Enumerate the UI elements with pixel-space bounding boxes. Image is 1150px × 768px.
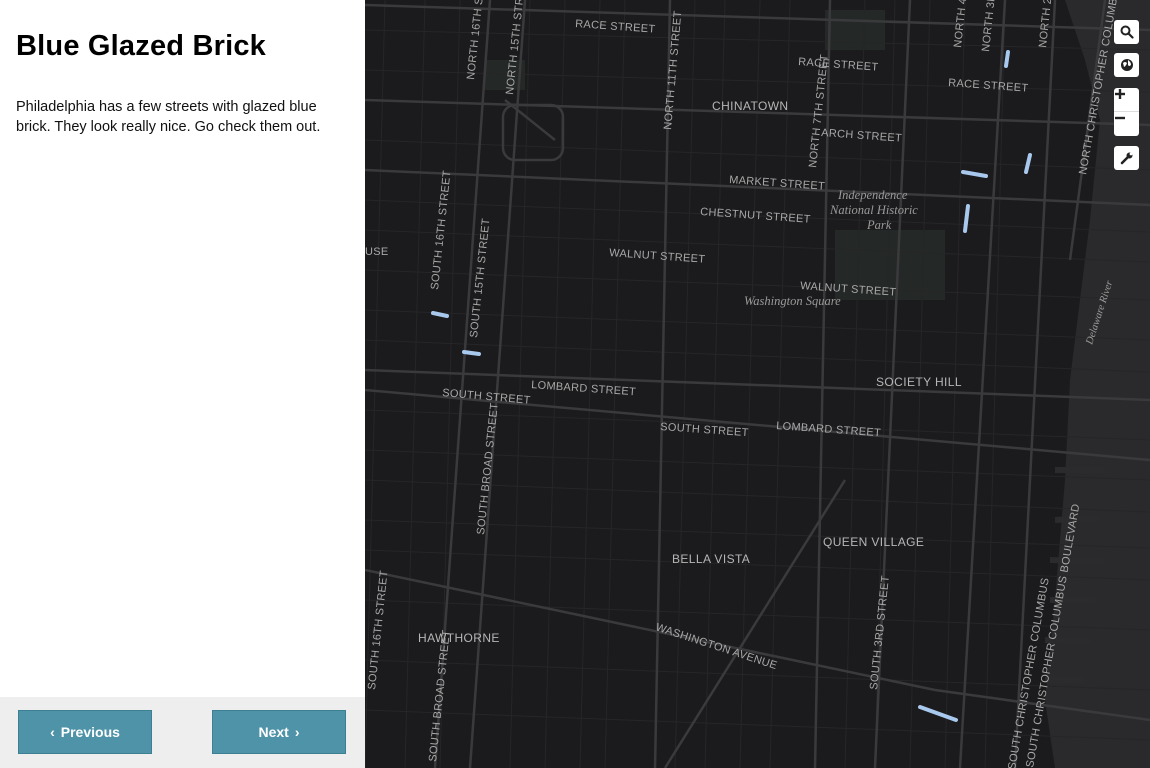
street-label: USE: [365, 246, 389, 258]
basemap-button[interactable]: [1114, 53, 1139, 77]
street-label: SOUTH 3RD STREET: [868, 575, 892, 690]
street-label: NORTH 11TH STREET: [662, 10, 684, 130]
neighborhood-label: SOCIETY HILL: [876, 375, 962, 389]
park-label: Independence: [837, 188, 908, 202]
zoom-in-icon: [1115, 89, 1125, 99]
park-label: Park: [866, 218, 892, 232]
globe-icon: [1120, 59, 1133, 71]
street-label: LOMBARD STREET: [531, 379, 637, 398]
street-label: RACE STREET: [948, 77, 1029, 95]
next-button[interactable]: Next ›: [212, 710, 346, 754]
street-label: RACE STREET: [575, 18, 656, 36]
zoom-control: [1114, 88, 1139, 136]
street-label: WALNUT STREET: [609, 247, 706, 266]
street-label: SOUTH BROAD STREET: [427, 629, 453, 762]
neighborhood-label: CHINATOWN: [712, 99, 789, 113]
chevron-right-icon: ›: [294, 724, 300, 740]
park-label: National Historic: [829, 203, 918, 217]
map-canvas[interactable]: RACE STREET RACE STREET RACE STREET ARCH…: [365, 0, 1150, 768]
zoom-in-button[interactable]: [1114, 88, 1139, 112]
search-button[interactable]: [1114, 20, 1139, 44]
neighborhood-label: HAWTHORNE: [418, 631, 500, 645]
neighborhood-label: QUEEN VILLAGE: [823, 535, 924, 549]
sidebar: Blue Glazed Brick Philadelphia has a few…: [0, 0, 365, 768]
parks-areas: [485, 10, 945, 300]
next-button-label: Next: [258, 724, 289, 740]
chevron-left-icon: ‹: [50, 724, 55, 740]
nav-footer: ‹ Previous Next ›: [0, 697, 365, 768]
previous-button[interactable]: ‹ Previous: [18, 710, 152, 754]
map[interactable]: RACE STREET RACE STREET RACE STREET ARCH…: [365, 0, 1150, 768]
park-label: Washington Square: [744, 294, 841, 308]
wrench-icon: [1120, 152, 1132, 165]
street-label: RACE STREET: [798, 56, 879, 74]
page-title: Blue Glazed Brick: [16, 30, 266, 62]
street-label: SOUTH 16TH STREET: [429, 170, 453, 291]
street-label: MARKET STREET: [729, 174, 826, 193]
street-label: CHESTNUT STREET: [700, 206, 811, 226]
previous-button-label: Previous: [60, 724, 120, 740]
neighborhood-label: BELLA VISTA: [672, 552, 750, 566]
street-label: SOUTH 15TH STREET: [468, 218, 492, 339]
street-label: LOMBARD STREET: [776, 420, 882, 439]
street-label: SOUTH BROAD STREET: [475, 402, 501, 535]
street-label: SOUTH STREET: [442, 387, 531, 407]
street-label: WASHINGTON AVENUE: [654, 621, 779, 672]
zoom-out-button[interactable]: [1114, 112, 1139, 136]
search-icon: [1120, 25, 1134, 39]
zoom-out-icon: [1115, 116, 1125, 120]
tools-button[interactable]: [1114, 146, 1139, 170]
description: Philadelphia has a few streets with glaz…: [16, 99, 321, 135]
